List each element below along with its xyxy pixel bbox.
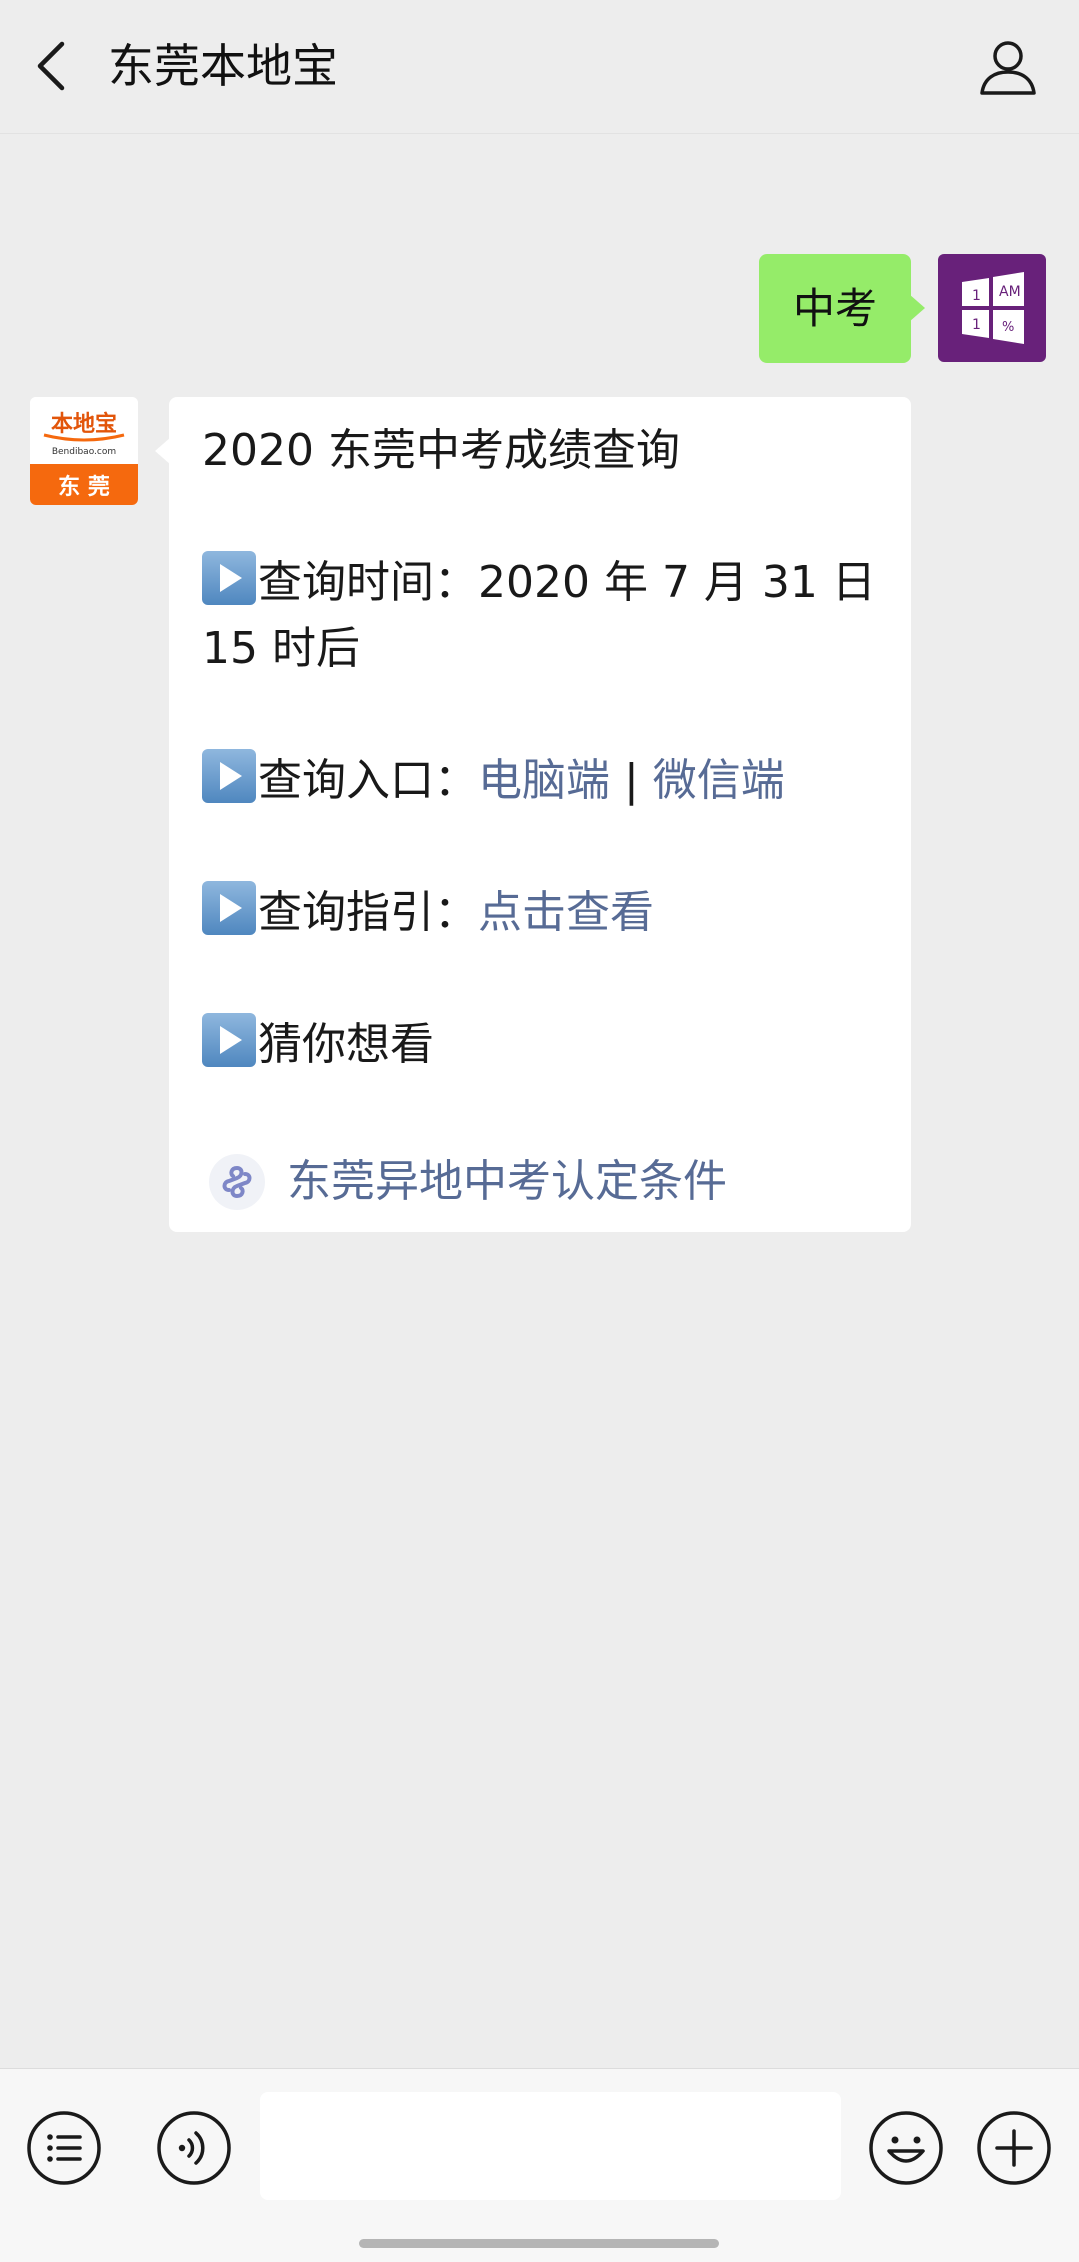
home-indicator[interactable] bbox=[359, 2239, 719, 2248]
calc-label-am: AM bbox=[999, 284, 1021, 300]
plus-icon bbox=[977, 2111, 1051, 2185]
windows-calculator-icon: 1 AM 1 % bbox=[962, 272, 1024, 344]
logo-domain: Bendibao.com bbox=[52, 447, 116, 457]
entry-label: 查询入口： bbox=[258, 755, 478, 806]
calc-label-1: 1 bbox=[972, 288, 981, 304]
menu-list-icon bbox=[27, 2111, 101, 2185]
mini-program-link[interactable]: 东莞异地中考认定条件 bbox=[287, 1149, 727, 1215]
message-input[interactable] bbox=[260, 2092, 841, 2200]
play-button-icon bbox=[202, 749, 256, 803]
message-title: 2020 东莞中考成绩查询 bbox=[202, 425, 680, 476]
play-button-icon bbox=[202, 1013, 256, 1067]
voice-button[interactable] bbox=[155, 2109, 233, 2187]
profile-button[interactable] bbox=[977, 36, 1039, 98]
input-toolbar bbox=[0, 2068, 1079, 2262]
calc-label-percent: % bbox=[1002, 320, 1014, 335]
chevron-left-icon bbox=[37, 41, 65, 91]
guess-line: 猜你想看 bbox=[202, 1012, 434, 1078]
user-message-bubble[interactable]: 中考 bbox=[758, 254, 926, 363]
back-button[interactable] bbox=[30, 38, 80, 94]
query-entry-line: 查询入口：电脑端 | 微信端 bbox=[202, 748, 785, 814]
user-avatar[interactable]: 1 AM 1 % bbox=[938, 254, 1046, 362]
chat-header: 东莞本地宝 bbox=[0, 0, 1079, 134]
voice-icon bbox=[157, 2111, 231, 2185]
bendibao-logo-icon: 本地宝 Bendibao.com 东 莞 bbox=[30, 397, 138, 505]
query-time-text: 查询时间：2020 年 7 月 31 日 bbox=[258, 557, 876, 608]
user-message-text: 中考 bbox=[792, 284, 877, 333]
play-button-icon bbox=[202, 551, 256, 605]
bot-avatar[interactable]: 本地宝 Bendibao.com 东 莞 bbox=[30, 397, 138, 505]
guess-label: 猜你想看 bbox=[258, 1019, 434, 1070]
query-time-line-2: 15 时后 bbox=[202, 623, 360, 674]
menu-button[interactable] bbox=[25, 2109, 103, 2187]
chat-title: 东莞本地宝 bbox=[108, 39, 338, 93]
guide-label: 查询指引： bbox=[258, 887, 478, 938]
query-guide-line: 查询指引：点击查看 bbox=[202, 880, 654, 946]
calc-label-1b: 1 bbox=[972, 317, 981, 333]
mini-program-icon bbox=[209, 1154, 265, 1210]
more-button[interactable] bbox=[975, 2109, 1053, 2187]
emoji-icon bbox=[869, 2111, 943, 2185]
entry-separator: | bbox=[610, 755, 653, 806]
query-time-line: 查询时间：2020 年 7 月 31 日 bbox=[202, 550, 876, 616]
person-icon bbox=[980, 41, 1036, 95]
emoji-button[interactable] bbox=[867, 2109, 945, 2187]
wechat-entry-link[interactable]: 微信端 bbox=[653, 755, 785, 806]
logo-city: 东 莞 bbox=[58, 474, 110, 500]
logo-brand: 本地宝 bbox=[51, 411, 117, 437]
pc-entry-link[interactable]: 电脑端 bbox=[478, 755, 610, 806]
guide-link[interactable]: 点击查看 bbox=[478, 887, 654, 938]
bot-message-bubble: 2020 东莞中考成绩查询 查询时间：2020 年 7 月 31 日 15 时后… bbox=[155, 397, 911, 1232]
play-button-icon bbox=[202, 881, 256, 935]
